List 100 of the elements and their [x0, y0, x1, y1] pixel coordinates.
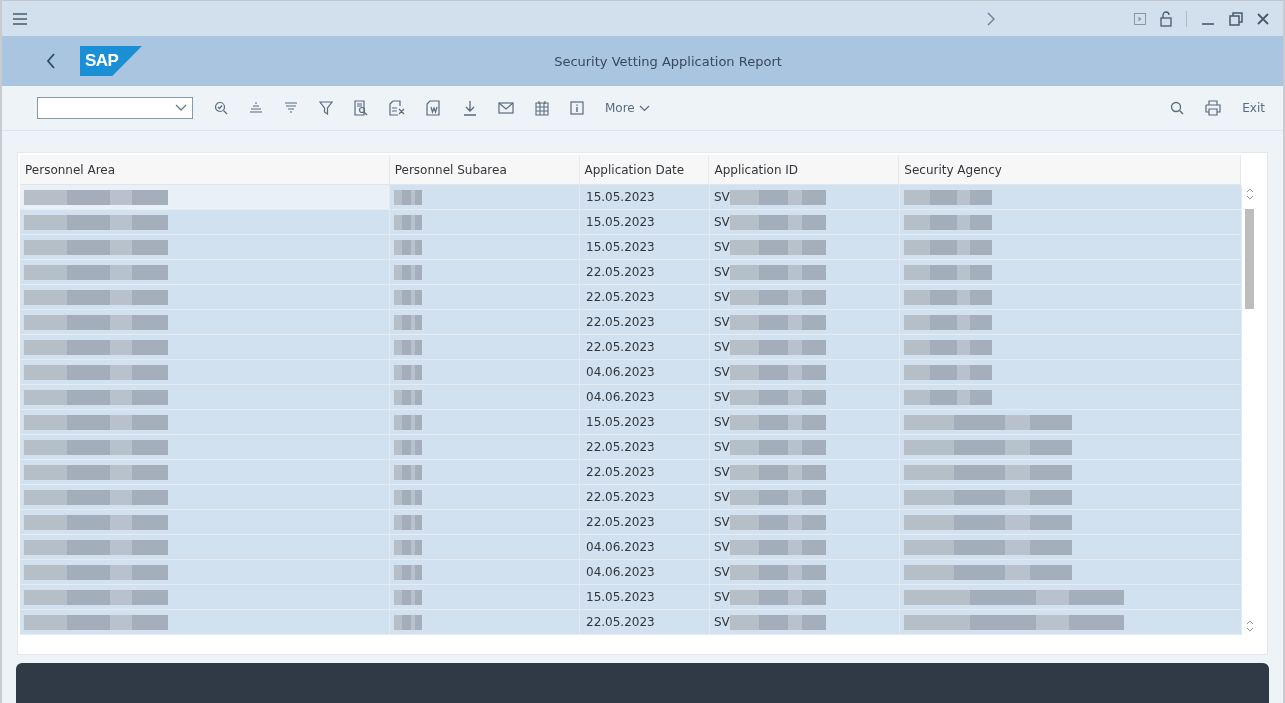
redacted-block [394, 264, 422, 280]
table-row[interactable]: 15.05.2023 SV [20, 210, 1242, 235]
table-cell-text: 22.05.2023 [585, 315, 655, 329]
search-icon[interactable] [1170, 101, 1185, 115]
close-icon[interactable] [1257, 12, 1269, 25]
unlocked-lock-icon[interactable] [1160, 10, 1172, 27]
table-cell: SV [714, 590, 730, 604]
table-cell-text: 15.05.2023 [585, 415, 655, 429]
table-cell: SV [714, 190, 730, 204]
redacted-block [394, 289, 422, 305]
table-cell: SV [714, 240, 730, 254]
play-box-icon[interactable] [1134, 12, 1146, 25]
more-button[interactable]: More [605, 101, 650, 115]
redacted-block [394, 614, 422, 630]
table-cell-text: 22.05.2023 [585, 290, 655, 304]
table-cell: SV [714, 440, 730, 454]
column-header[interactable]: Application ID [709, 155, 900, 185]
table-row[interactable]: 04.06.2023 SV [20, 360, 1242, 385]
column-header[interactable]: Application Date [579, 155, 710, 185]
column-header[interactable]: Personnel Area [20, 155, 390, 185]
table-cell-text: 04.06.2023 [585, 390, 655, 404]
mail-icon[interactable] [498, 102, 514, 114]
table-row[interactable]: 15.05.2023 SV [20, 410, 1242, 435]
table-cell-text: 15.05.2023 [585, 590, 655, 604]
table-row[interactable]: 22.05.2023 SV [20, 310, 1242, 335]
scrollbar-thumb[interactable] [1245, 209, 1254, 309]
table-row[interactable]: 04.06.2023 SV [20, 535, 1242, 560]
table-cell-text: 22.05.2023 [585, 615, 655, 629]
scroll-up-icon[interactable] [1245, 187, 1254, 201]
table-cell: SV [714, 490, 730, 504]
spreadsheet-export-icon[interactable] [389, 100, 405, 116]
table-cell: SV [714, 215, 730, 229]
word-document-icon[interactable] [426, 100, 442, 116]
redacted-block [394, 564, 422, 580]
table-row[interactable]: 15.05.2023 SV [20, 585, 1242, 610]
column-header[interactable]: Security Agency [899, 155, 1241, 185]
table-cell: SV [714, 265, 730, 279]
dropdown-caret-icon[interactable] [175, 104, 187, 112]
table-row[interactable]: 22.05.2023 SV [20, 510, 1242, 535]
command-field[interactable] [37, 97, 193, 119]
table-cell: SV [714, 465, 730, 479]
logo: SAP [80, 46, 142, 76]
caret-icon [638, 104, 650, 112]
table-row[interactable]: 22.05.2023 SV [20, 260, 1242, 285]
redacted-block [394, 414, 422, 430]
table-cell: SV [714, 415, 730, 429]
table-row[interactable]: 04.06.2023 SV [20, 385, 1242, 410]
back-icon[interactable] [46, 53, 56, 69]
redacted-block [394, 339, 422, 355]
table-cell-text: 15.05.2023 [585, 215, 655, 229]
table-cell-text: 22.05.2023 [585, 340, 655, 354]
menu-icon[interactable] [12, 11, 28, 26]
table-row[interactable]: 22.05.2023 SV [20, 285, 1242, 310]
table-row[interactable]: 15.05.2023 SV [20, 185, 1242, 210]
download-icon[interactable] [463, 100, 477, 116]
column-header[interactable]: Personnel Subarea [389, 155, 580, 185]
redacted-block [394, 314, 422, 330]
redacted-block [394, 189, 422, 205]
zoom-search-icon[interactable] [214, 101, 228, 115]
sort-ascending-icon[interactable] [249, 102, 263, 114]
exit-button[interactable]: Exit [1242, 101, 1265, 115]
table-cell: SV [714, 290, 730, 304]
redacted-block [394, 389, 422, 405]
table-cell-text: 22.05.2023 [585, 465, 655, 479]
table-cell: SV [714, 340, 730, 354]
table-cell: SV [714, 390, 730, 404]
redacted-block [394, 589, 422, 605]
redacted-block [394, 514, 422, 530]
table-cell-text: 15.05.2023 [585, 240, 655, 254]
restore-icon[interactable] [1229, 11, 1243, 26]
redacted-block [394, 489, 422, 505]
chevron-right-icon[interactable] [986, 11, 996, 26]
redacted-block [394, 464, 422, 480]
table-cell-text: 04.06.2023 [585, 540, 655, 554]
table-row[interactable]: 04.06.2023 SV [20, 560, 1242, 585]
table-row[interactable]: 22.05.2023 SV [20, 485, 1242, 510]
table-cell: SV [714, 365, 730, 379]
info-icon[interactable] [570, 101, 584, 115]
redacted-block [394, 239, 422, 255]
sort-descending-icon[interactable] [284, 102, 298, 114]
table-row[interactable]: 15.05.2023 SV [20, 235, 1242, 260]
filter-icon[interactable] [319, 101, 333, 115]
table-row[interactable]: 22.05.2023 SV [20, 335, 1242, 360]
table-row[interactable]: 22.05.2023 SV [20, 610, 1242, 635]
table-cell-text: 15.05.2023 [585, 190, 655, 204]
table-cell-text: 22.05.2023 [585, 490, 655, 504]
document-search-icon[interactable] [354, 100, 368, 116]
window-title: Security Vetting Application Report [554, 53, 782, 69]
table-cell-text: 04.06.2023 [585, 565, 655, 579]
table-cell-text: 04.06.2023 [585, 365, 655, 379]
scroll-down-icon[interactable] [1245, 619, 1254, 633]
redacted-block [394, 439, 422, 455]
table-row[interactable]: 22.05.2023 SV [20, 460, 1242, 485]
table-cell-text: 22.05.2023 [585, 265, 655, 279]
grid-icon[interactable] [535, 100, 549, 116]
table-cell: SV [714, 615, 730, 629]
print-icon[interactable] [1205, 100, 1222, 116]
table-row[interactable]: 22.05.2023 SV [20, 435, 1242, 460]
table-cell-text: 22.05.2023 [585, 440, 655, 454]
redacted-block [394, 539, 422, 555]
